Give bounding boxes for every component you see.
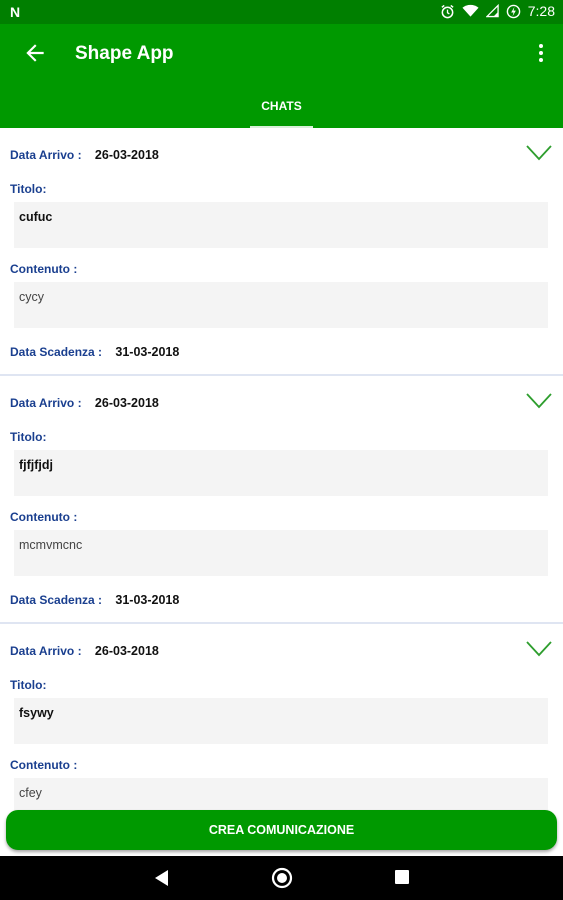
expiry-label: Data Scadenza : (10, 345, 103, 359)
arrival-label: Data Arrivo : (10, 148, 82, 162)
nav-home-icon[interactable] (271, 867, 293, 889)
battery-charging-icon (506, 4, 521, 18)
content-label: Contenuto : (10, 510, 78, 524)
chat-list[interactable]: Data Arrivo : 26-03-2018 Titolo: cufuc C… (0, 128, 563, 855)
content-value: cycy (14, 282, 548, 328)
title-label: Titolo: (10, 430, 47, 444)
clock: 7:28 (527, 3, 555, 19)
chevron-down-icon[interactable] (526, 641, 552, 657)
nav-back-icon[interactable] (152, 868, 170, 888)
more-vert-icon[interactable] (537, 42, 545, 64)
arrival-label: Data Arrivo : (10, 644, 82, 658)
nav-recents-icon[interactable] (394, 869, 410, 885)
expiry-label: Data Scadenza : (10, 593, 103, 607)
expiry-date: 31-03-2018 (115, 593, 180, 607)
arrival-date: 26-03-2018 (94, 396, 159, 410)
arrival-row: Data Arrivo : 26-03-2018 (10, 644, 159, 658)
title-label: Titolo: (10, 678, 47, 692)
arrival-label: Data Arrivo : (10, 396, 82, 410)
status-bar: N 7:28 (0, 0, 563, 24)
chevron-down-icon[interactable] (526, 145, 552, 161)
title-value: fjfjfjdj (14, 450, 548, 496)
chevron-down-icon[interactable] (526, 393, 552, 409)
signal-icon (485, 4, 499, 18)
notification-icon: N (10, 4, 21, 20)
arrival-date: 26-03-2018 (94, 148, 159, 162)
title-label: Titolo: (10, 182, 47, 196)
title-value: cufuc (14, 202, 548, 248)
wifi-icon (462, 4, 479, 17)
create-communication-button[interactable]: CREA COMUNICAZIONE (6, 810, 557, 850)
system-nav-bar (0, 856, 563, 900)
tab-chats[interactable]: CHATS (250, 84, 313, 128)
tab-bar: CHATS (0, 84, 563, 128)
content-label: Contenuto : (10, 262, 78, 276)
alarm-icon (441, 4, 454, 18)
list-item[interactable]: Data Arrivo : 26-03-2018 Titolo: cufuc C… (0, 128, 563, 376)
arrival-date: 26-03-2018 (94, 644, 159, 658)
expiry-date: 31-03-2018 (115, 345, 180, 359)
expiry-row: Data Scadenza : 31-03-2018 (10, 593, 179, 607)
arrival-row: Data Arrivo : 26-03-2018 (10, 396, 159, 410)
expiry-row: Data Scadenza : 31-03-2018 (10, 345, 179, 359)
content-value: mcmvmcnc (14, 530, 548, 576)
back-arrow-icon[interactable] (22, 40, 48, 66)
list-item[interactable]: Data Arrivo : 26-03-2018 Titolo: fjfjfjd… (0, 376, 563, 624)
content-label: Contenuto : (10, 758, 78, 772)
page-title: Shape App (75, 43, 174, 64)
arrival-row: Data Arrivo : 26-03-2018 (10, 148, 159, 162)
app-bar: Shape App (0, 24, 563, 84)
title-value: fsywy (14, 698, 548, 744)
